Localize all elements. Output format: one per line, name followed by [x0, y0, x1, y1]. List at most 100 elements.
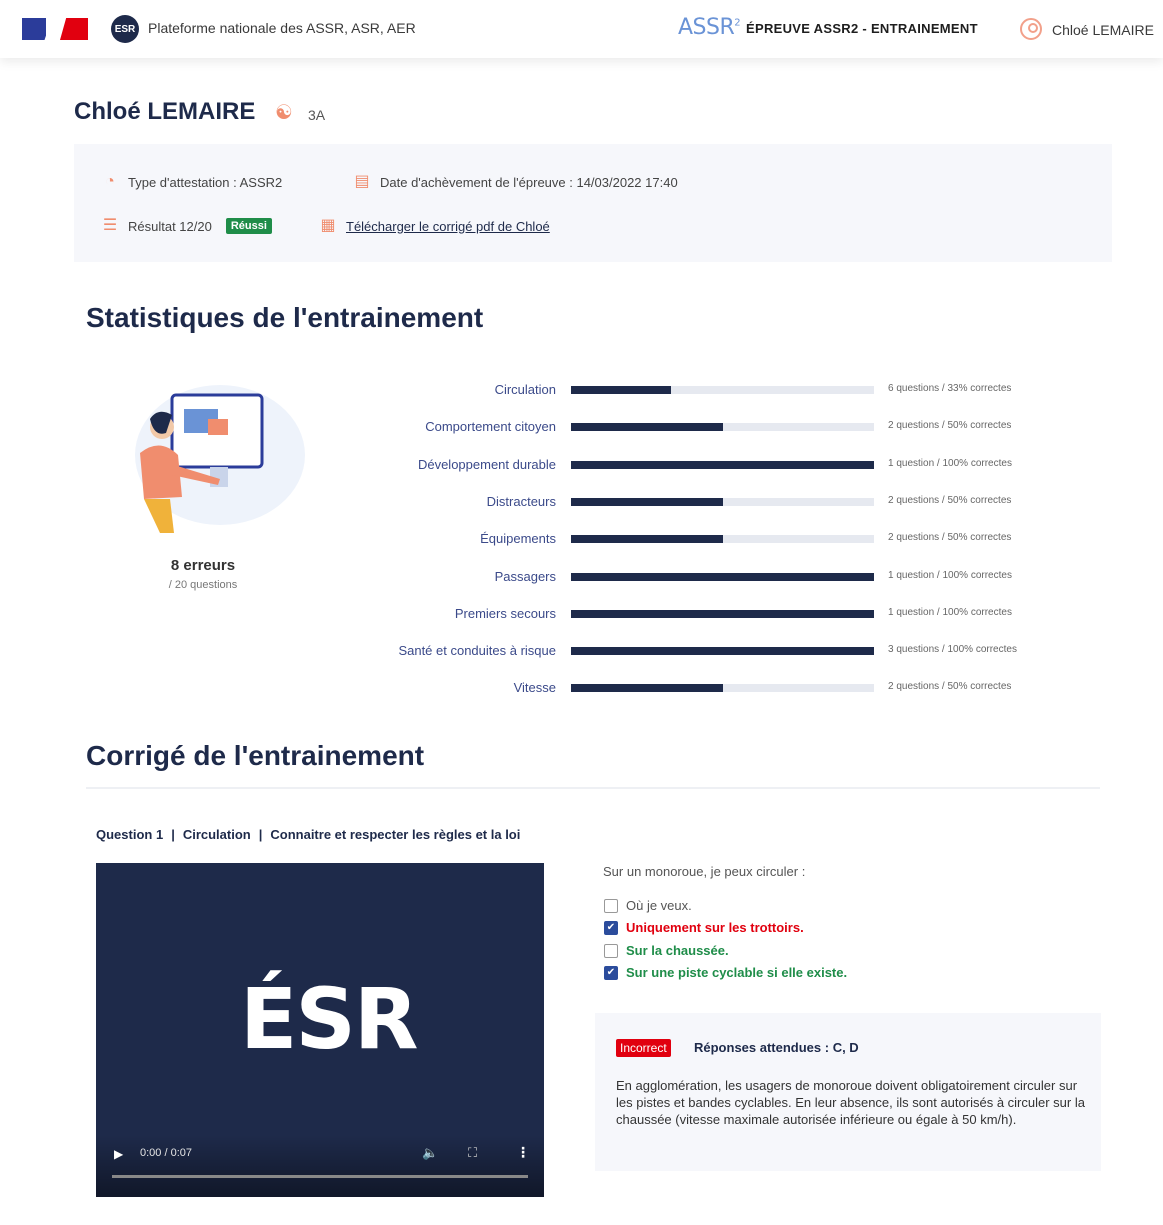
- stat-row: Santé et conduites à risque 3 questions /…: [330, 641, 1050, 661]
- stat-bar: [571, 609, 874, 618]
- user-menu-name[interactable]: Chloé LEMAIRE: [1052, 22, 1154, 38]
- platform-title[interactable]: Plateforme nationale des ASSR, ASR, AER: [148, 20, 416, 36]
- errors-count: 8 erreurs: [170, 557, 236, 574]
- stat-category-label: Comportement citoyen: [425, 419, 556, 435]
- question-number: Question 1: [96, 827, 164, 842]
- incorrect-badge: Incorrect: [616, 1039, 671, 1057]
- gauge-icon: ◔: [105, 173, 115, 190]
- expected-answers: Réponses attendues : C, D: [694, 1040, 859, 1055]
- more-options-icon[interactable]: ⋮: [516, 1144, 530, 1161]
- stat-row: Distracteurs 2 questions / 50% correctes: [330, 492, 1050, 512]
- stat-category-label: Circulation: [494, 382, 556, 397]
- stat-bar: [571, 572, 874, 581]
- esr-logo-icon: ESR: [111, 15, 139, 43]
- question-theme: Circulation: [182, 827, 251, 842]
- volume-icon[interactable]: 🔈: [422, 1145, 438, 1161]
- stat-value-label: 6 questions / 33% correctes: [888, 383, 1012, 394]
- student-class: 3A: [308, 107, 326, 123]
- checkbox-checked[interactable]: ✔: [604, 965, 618, 980]
- stat-category-label: Premiers secours: [454, 605, 556, 621]
- question-topic: Connaitre et respecter les règles et la …: [270, 827, 521, 842]
- video-time: 0:00 / 0:07: [140, 1147, 192, 1159]
- answer-text: Où je veux.: [626, 898, 692, 913]
- download-corrige[interactable]: ▦ Télécharger le corrigé pdf de Chloé: [318, 216, 550, 236]
- student-name: Chloé LEMAIRE: [74, 98, 256, 125]
- explanation-text: En agglomération, les usagers de monorou…: [616, 1078, 1085, 1127]
- stat-bar-track: [571, 647, 874, 656]
- calendar-icon: ▤: [354, 173, 370, 190]
- epreuve-title: ÉPREUVE ASSR2 - ENTRAINEMENT: [746, 21, 978, 36]
- video-progress-bar[interactable]: [112, 1175, 528, 1178]
- info-resultat: ☰ Résultat 12/20 Réussi: [100, 216, 272, 236]
- answer-option: Où je veux.: [604, 898, 692, 913]
- stat-value-label: 1 question / 100% correctes: [888, 569, 1012, 581]
- stat-bar: [571, 535, 723, 544]
- stat-bar-track: [571, 423, 874, 432]
- answer-option: ✔ Uniquement sur les trottoirs.: [604, 920, 804, 935]
- republique-francaise-logo: [22, 16, 88, 42]
- stat-category-label: Santé et conduites à risque: [398, 643, 556, 659]
- answer-text: Sur la chaussée.: [626, 943, 729, 958]
- checkbox-unchecked[interactable]: [604, 898, 618, 913]
- stat-value-label: 2 questions / 50% correctes: [888, 420, 1012, 432]
- stat-bar: [571, 423, 723, 432]
- esr-video-logo: ÉSR: [240, 970, 419, 1068]
- checklist-icon: ☰: [102, 217, 118, 234]
- stat-row: Passagers 1 question / 100% correctes: [330, 567, 1050, 587]
- stat-value-label: 2 questions / 50% correctes: [888, 681, 1012, 693]
- question-header: Question 1 | Circulation | Connaitre et resp…: [96, 827, 521, 842]
- stat-bar-track: [571, 609, 874, 618]
- stat-row: Développement durable 1 question / 100% c…: [330, 455, 1050, 475]
- stat-bar-track: [571, 386, 874, 394]
- question-text: Sur un monoroue, je peux circuler :: [603, 864, 806, 879]
- group-icon: ☯: [275, 102, 293, 124]
- status-badge: Réussi: [225, 218, 272, 234]
- stat-value-label: 1 question / 100% correctes: [888, 457, 1012, 469]
- stat-row: Équipements 2 questions / 50% correctes: [330, 529, 1050, 549]
- answer-option: Sur la chaussée.: [604, 943, 729, 958]
- stat-row: Circulation 6 questions / 33% correctes: [330, 380, 1050, 400]
- stat-bar: [571, 460, 874, 469]
- stat-bar-track: [571, 572, 874, 581]
- checkbox-unchecked[interactable]: [604, 943, 618, 958]
- stats-section-title: Statistiques de l'entrainement: [86, 302, 484, 333]
- checkbox-checked[interactable]: ✔: [604, 920, 618, 935]
- stat-category-label: Développement durable: [417, 456, 556, 472]
- stat-row: Comportement citoyen 2 questions / 50% co…: [330, 417, 1050, 437]
- download-link[interactable]: Télécharger le corrigé pdf de Chloé: [346, 219, 550, 234]
- stat-bar-track: [571, 460, 874, 469]
- stat-row: Premiers secours 1 question / 100% correc…: [330, 604, 1050, 624]
- section-divider: [86, 787, 1100, 789]
- stat-category-label: Équipements: [480, 531, 556, 547]
- stat-bar: [571, 386, 671, 394]
- stat-category-label: Vitesse: [513, 680, 556, 696]
- user-icon[interactable]: [1020, 18, 1042, 40]
- answer-text: Uniquement sur les trottoirs.: [626, 920, 804, 935]
- fullscreen-icon[interactable]: ⛶: [468, 1145, 477, 1161]
- play-icon[interactable]: ▶: [114, 1147, 123, 1161]
- assr-logo: ASSR2: [678, 15, 741, 40]
- answer-text: Sur une piste cyclable si elle existe.: [626, 965, 848, 980]
- correction-section-title: Corrigé de l'entrainement: [86, 740, 425, 771]
- stat-value-label: 1 question / 100% correctes: [888, 606, 1012, 618]
- errors-total: / 20 questions: [168, 579, 238, 591]
- info-date-achevement: ▤ Date d'achèvement de l'épreuve : 14/03…: [352, 172, 677, 192]
- stat-bar: [571, 684, 723, 693]
- stat-bar: [571, 647, 874, 656]
- stat-row: Vitesse 2 questions / 50% correctes: [330, 678, 1050, 698]
- student-computer-illustration: [135, 385, 305, 533]
- attestation-info-box: [74, 144, 1112, 262]
- stat-bar-track: [571, 535, 874, 544]
- info-type-attestation: ◔ Type d'attestation : ASSR2: [100, 172, 282, 192]
- stat-value-label: 3 questions / 100% correctes: [888, 644, 1017, 656]
- video-controls: ▶ 0:00 / 0:07 🔈 ⛶ ⋮: [96, 1135, 544, 1197]
- stat-category-label: Distracteurs: [486, 493, 556, 509]
- stat-value-label: 2 questions / 50% correctes: [888, 532, 1012, 544]
- stat-value-label: 2 questions / 50% correctes: [888, 494, 1012, 506]
- stat-bar-track: [571, 497, 874, 506]
- stat-bar: [571, 497, 723, 506]
- answer-option: ✔ Sur une piste cyclable si elle existe.: [604, 965, 847, 980]
- stat-category-label: Passagers: [494, 568, 556, 584]
- stat-bar-track: [571, 684, 874, 693]
- document-icon: ▦: [320, 217, 336, 234]
